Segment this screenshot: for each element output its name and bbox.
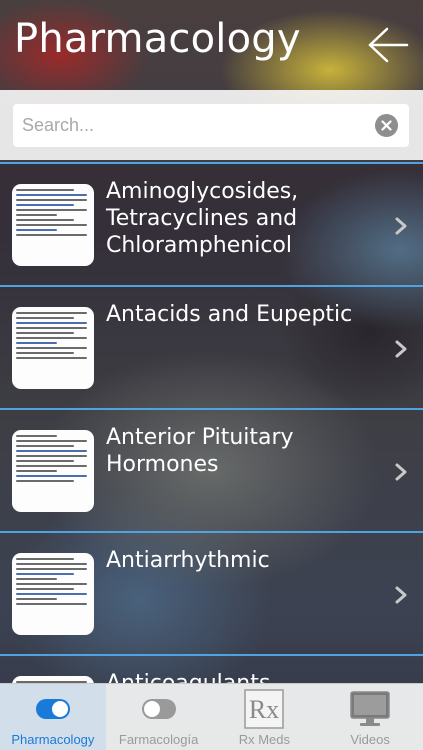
tab-label: Videos — [350, 732, 390, 747]
tab-label: Rx Meds — [238, 732, 291, 747]
chevron-right-icon — [395, 340, 407, 358]
clear-search-button[interactable] — [375, 114, 398, 137]
back-arrow-icon — [368, 27, 409, 63]
thumbnail-image — [12, 184, 94, 266]
thumbnail-image — [12, 676, 94, 683]
list-item[interactable]: Aminoglycosides, Tetracyclines and Chlor… — [0, 164, 423, 287]
list-item-title: Anticoagulants — [106, 670, 376, 683]
search-box — [13, 104, 409, 147]
chevron-right-icon — [395, 463, 407, 481]
toggle-off-icon — [141, 699, 176, 719]
monitor-icon — [350, 691, 390, 726]
list-item[interactable]: Anticoagulants — [0, 656, 423, 683]
thumbnail-image — [12, 307, 94, 389]
thumbnail-image — [12, 553, 94, 635]
rx-icon: Rx — [244, 689, 285, 729]
thumbnail-image — [12, 430, 94, 512]
tab-farmacologia[interactable]: Farmacología — [106, 684, 212, 750]
back-button[interactable] — [367, 26, 409, 64]
chevron-right-icon — [395, 217, 407, 235]
tab-label: Farmacología — [118, 732, 199, 747]
tab-pharmacology[interactable]: Pharmacology — [0, 684, 106, 750]
list-item-title: Antacids and Eupeptic — [106, 302, 353, 327]
list-item-title: Antiarrhythmic — [106, 548, 270, 573]
list-item-title: Anterior Pituitary Hormones — [106, 425, 294, 477]
tab-label: Pharmacology — [11, 732, 95, 747]
search-input[interactable] — [22, 104, 362, 147]
tab-videos[interactable]: Videos — [317, 684, 423, 750]
drug-class-list: Aminoglycosides, Tetracyclines and Chlor… — [0, 162, 423, 683]
toggle-on-icon — [35, 699, 70, 719]
list-item[interactable]: Anterior Pituitary Hormones — [0, 410, 423, 533]
tab-bar: Pharmacology Farmacología Rx Rx Meds Vid… — [0, 683, 423, 750]
list-item[interactable]: Antiarrhythmic — [0, 533, 423, 656]
tab-rx-meds[interactable]: Rx Rx Meds — [212, 684, 318, 750]
chevron-right-icon — [395, 586, 407, 604]
clear-icon — [381, 120, 392, 131]
search-bar — [0, 90, 423, 160]
svg-text:Rx: Rx — [249, 695, 279, 724]
list-item-title: Aminoglycosides, Tetracyclines and Chlor… — [106, 179, 299, 258]
list-item[interactable]: Antacids and Eupeptic — [0, 287, 423, 410]
header: Pharmacology — [0, 0, 423, 90]
page-title: Pharmacology — [14, 16, 301, 62]
